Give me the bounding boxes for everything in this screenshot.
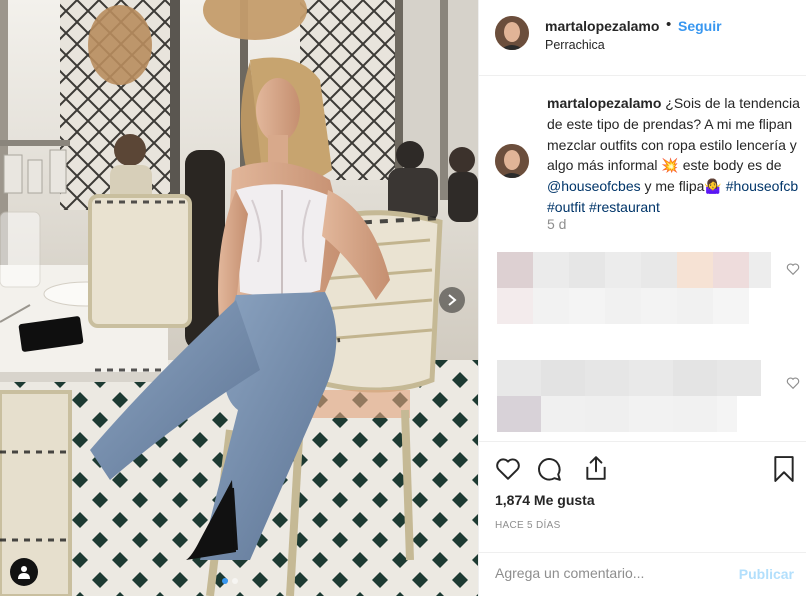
caption-avatar[interactable] [495,144,529,178]
carousel-next-button[interactable] [439,287,465,313]
post-header: martalopezalamo • Seguir Perrachica [479,0,806,76]
carousel-indicator [222,578,238,584]
pixelated-block [497,360,761,396]
hashtag-link[interactable]: #restaurant [589,199,660,215]
avatar-image [495,144,529,178]
pixelated-block [497,396,737,432]
user-tag-button[interactable] [10,558,38,586]
shrug-emoji: 🤷‍♀️ [704,178,722,195]
post-actions: 1,874 Me gusta HACE 5 DÍAS Publicar [479,441,806,596]
comment-bar: Publicar [479,552,806,597]
caption-text: este body es de [678,157,782,174]
follow-button[interactable]: Seguir [678,18,722,34]
caption-age: 5 d [547,216,567,232]
publish-button[interactable]: Publicar [739,566,794,582]
avatar-image [495,16,529,50]
header-username[interactable]: martalopezalamo [545,18,659,34]
mention-link[interactable]: @houseofcbes [547,178,641,194]
post-side-panel: martalopezalamo • Seguir Perrachica mart… [478,0,806,596]
caption-username[interactable]: martalopezalamo [547,95,661,111]
user-tag-icon [18,566,30,579]
pixelated-block [497,288,749,324]
share-icon[interactable] [583,455,609,481]
header-separator: • [666,16,672,33]
caption-text: y me flipa [640,178,705,195]
hashtag-link[interactable]: #houseofcb [726,178,798,194]
comment-icon[interactable] [536,456,562,482]
likes-count[interactable]: 1,874 Me gusta [495,492,595,508]
collision-emoji: 💥 [661,157,679,174]
carousel-dot-active [222,578,228,584]
heart-icon[interactable] [495,456,521,482]
pixelated-block [497,252,771,288]
location-link[interactable]: Perrachica [545,38,605,52]
comment-input[interactable] [495,565,725,581]
photo-scene [0,0,478,596]
post-photo[interactable] [0,0,478,596]
post-caption: martalopezalamo ¿Sois de la tendencia de… [547,93,803,218]
avatar[interactable] [495,16,529,50]
bookmark-icon[interactable] [773,456,795,482]
carousel-dot [232,578,238,584]
post-timestamp: HACE 5 DÍAS [495,520,561,531]
heart-icon[interactable] [786,376,800,390]
chevron-right-icon [448,294,457,306]
heart-icon[interactable] [786,262,800,276]
hashtag-link[interactable]: #outfit [547,199,585,215]
instagram-post: martalopezalamo • Seguir Perrachica mart… [0,0,806,596]
